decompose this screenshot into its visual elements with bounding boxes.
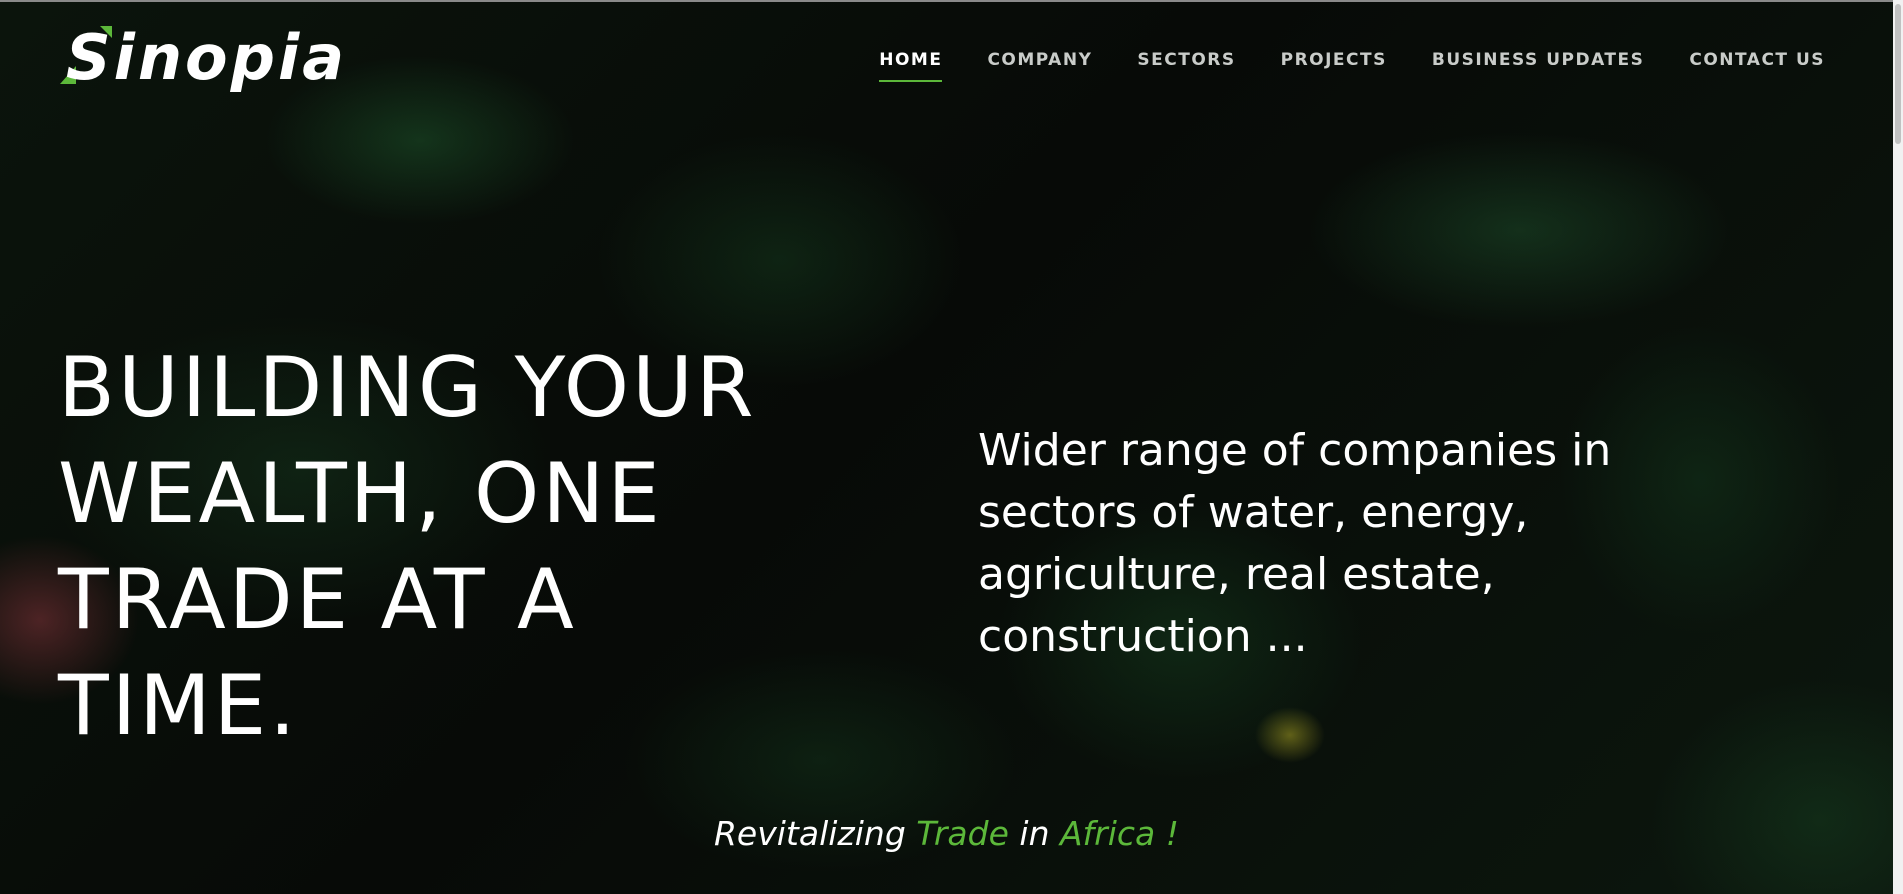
nav-sectors[interactable]: SECTORS <box>1137 50 1235 70</box>
slogan-highlight-africa: Africa ! <box>1059 814 1179 853</box>
nav-business-updates[interactable]: BUSINESS UPDATES <box>1432 50 1644 70</box>
hero-tagline: Wider range of companies in sectors of w… <box>978 425 1612 662</box>
slogan-highlight-trade: Trade <box>916 814 1009 853</box>
nav-projects[interactable]: PROJECTS <box>1281 50 1387 70</box>
nav-home[interactable]: HOME <box>879 50 943 82</box>
window-top-border <box>0 0 1903 2</box>
logo-text: Sinopia <box>66 21 348 94</box>
headline-line: BUILDING YOUR <box>58 339 757 436</box>
hero-section: Sinopia HOME COMPANY SECTORS PROJECTS BU… <box>0 0 1893 894</box>
headline-line: WEALTH, ONE <box>58 445 663 542</box>
hero-slogan: Revitalizing Trade in Africa ! <box>0 814 1893 853</box>
scrollbar-thumb[interactable] <box>1895 4 1901 144</box>
main-nav: HOME COMPANY SECTORS PROJECTS BUSINESS U… <box>834 50 1825 82</box>
headline-line: TRADE AT A <box>58 551 577 648</box>
hero-headline: BUILDING YOUR WEALTH, ONE TRADE AT A TIM… <box>58 335 918 759</box>
page-scrollbar[interactable] <box>1893 0 1903 894</box>
slogan-text: in <box>1008 814 1060 853</box>
headline-line: TIME. <box>58 657 299 754</box>
nav-company[interactable]: COMPANY <box>987 50 1092 70</box>
sinopia-logo[interactable]: Sinopia <box>60 20 344 100</box>
slogan-text: Revitalizing <box>713 814 917 853</box>
nav-contact-us[interactable]: CONTACT US <box>1689 50 1825 70</box>
